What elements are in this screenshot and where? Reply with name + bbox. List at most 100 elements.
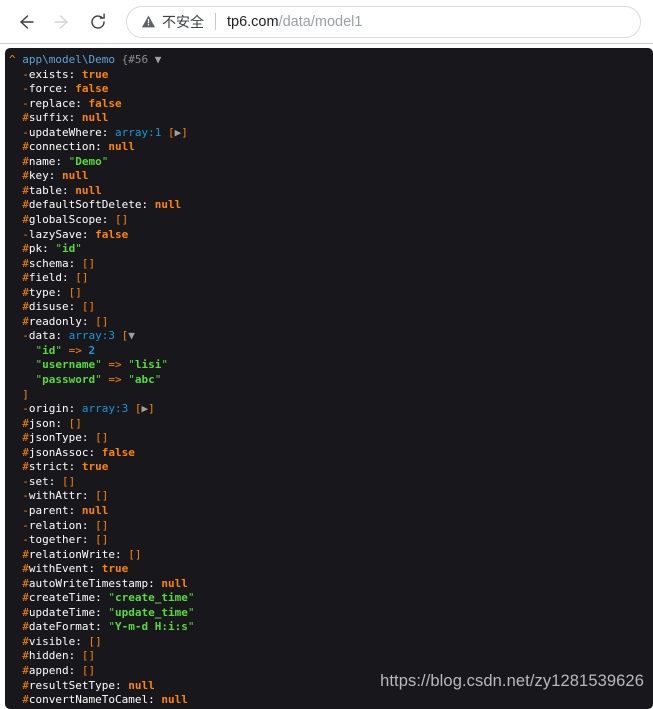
dump-class-name: app\model\Demo (22, 53, 115, 66)
dump-header-toggle[interactable]: ▼ (155, 53, 162, 66)
property-visibility-sigil: # (22, 154, 29, 168)
back-button[interactable] (8, 4, 44, 40)
property-name: connection (28, 140, 96, 154)
address-bar[interactable]: 不安全 tp6.com/data/model1 (126, 5, 641, 38)
property-visibility-sigil: # (22, 663, 29, 677)
dump-row: #withEvent: true (9, 562, 653, 577)
property-visibility-sigil: # (22, 605, 29, 619)
val-quote-close: " (154, 373, 162, 387)
sp (82, 344, 89, 357)
val-quote-close: " (187, 605, 195, 619)
property-name: hidden (28, 649, 69, 663)
property-value-string: id (62, 242, 76, 256)
property-name: updateTime (28, 605, 96, 619)
property-name: data (28, 329, 56, 343)
sp (75, 257, 82, 270)
sp (128, 402, 135, 415)
sp (95, 562, 102, 575)
property-value-null: null (62, 169, 89, 183)
array-open-bracket: [ (167, 125, 175, 139)
property-visibility-sigil: # (22, 314, 29, 328)
property-name: pk (28, 242, 43, 256)
property-value-null: null (154, 198, 182, 212)
val-quote-open: " (108, 620, 115, 634)
forward-button[interactable] (44, 4, 80, 40)
dump-property-rows: -exists: true -force: false - replace: fa… (9, 68, 653, 708)
property-name: table (28, 183, 62, 197)
array-expand-toggle[interactable]: ▼ (128, 329, 135, 342)
reload-button[interactable] (80, 4, 116, 40)
dump-row: #json: [] (9, 417, 653, 432)
url-path: /data/model1 (278, 13, 363, 30)
dump-row: #pk: "id" (9, 242, 653, 257)
property-value-boolean: false (88, 96, 122, 110)
dump-row: -parent: null (9, 504, 653, 519)
property-value-empty-array: [] (62, 474, 76, 488)
property-value-empty-array: [] (114, 213, 129, 227)
dump-row: -force: false (9, 82, 653, 97)
property-value-null: null (108, 140, 135, 154)
property-value-empty-array: [] (68, 416, 82, 430)
property-visibility-sigil: # (22, 678, 29, 692)
property-visibility-sigil: - (22, 67, 29, 81)
property-name: exists (28, 67, 69, 81)
property-visibility-sigil: # (22, 620, 29, 634)
property-visibility-sigil: # (22, 285, 29, 299)
dump-row: #name: "Demo" (9, 155, 653, 170)
browser-toolbar: 不安全 tp6.com/data/model1 (0, 0, 653, 44)
dump-row: #visible: [] (9, 635, 653, 650)
dump-row: -exists: true (9, 68, 653, 83)
property-colon: : (62, 271, 69, 285)
sp (55, 475, 62, 488)
property-name: field (28, 271, 62, 285)
dump-collapse-caret[interactable]: ^ (9, 53, 16, 66)
sp (75, 504, 82, 517)
dump-row: #dateFormat: "Y-m-d H:i:s" (9, 620, 653, 635)
property-colon: : (114, 678, 122, 692)
property-value-string: Demo (75, 154, 102, 168)
dump-row: #strict: true (9, 460, 653, 475)
key-quote-close: " (95, 373, 102, 387)
property-colon: : (55, 154, 62, 168)
sp (75, 460, 82, 473)
property-visibility-sigil: - (22, 227, 29, 241)
sp (62, 286, 69, 299)
dump-row: #suffix: null (9, 111, 653, 126)
val-quote-open: " (108, 591, 115, 605)
dump-row: #key: null (9, 169, 653, 184)
property-visibility-sigil: # (22, 649, 29, 663)
property-value-empty-array: [] (88, 634, 102, 648)
val-quote-close: " (161, 358, 168, 372)
url-text[interactable]: tp6.com/data/model1 (227, 14, 362, 30)
property-visibility-sigil: # (22, 198, 29, 212)
back-arrow-icon (20, 14, 34, 29)
security-status-chip[interactable]: 不安全 (141, 12, 204, 32)
sp (75, 649, 82, 662)
sp (148, 198, 155, 211)
property-colon: : (114, 547, 122, 561)
dump-row: -data: array:3 [▼ (9, 329, 653, 344)
property-value-empty-array: [] (81, 663, 96, 677)
property-name: dateFormat (28, 620, 96, 634)
property-colon: : (95, 620, 102, 634)
property-name: replace (28, 96, 76, 110)
property-visibility-sigil: # (22, 460, 29, 474)
dump-row: -relation: [] (9, 519, 653, 534)
dump-row: #relationWrite: [] (9, 548, 653, 563)
property-name: convertNameToCamel (28, 693, 149, 707)
sp (75, 300, 82, 313)
